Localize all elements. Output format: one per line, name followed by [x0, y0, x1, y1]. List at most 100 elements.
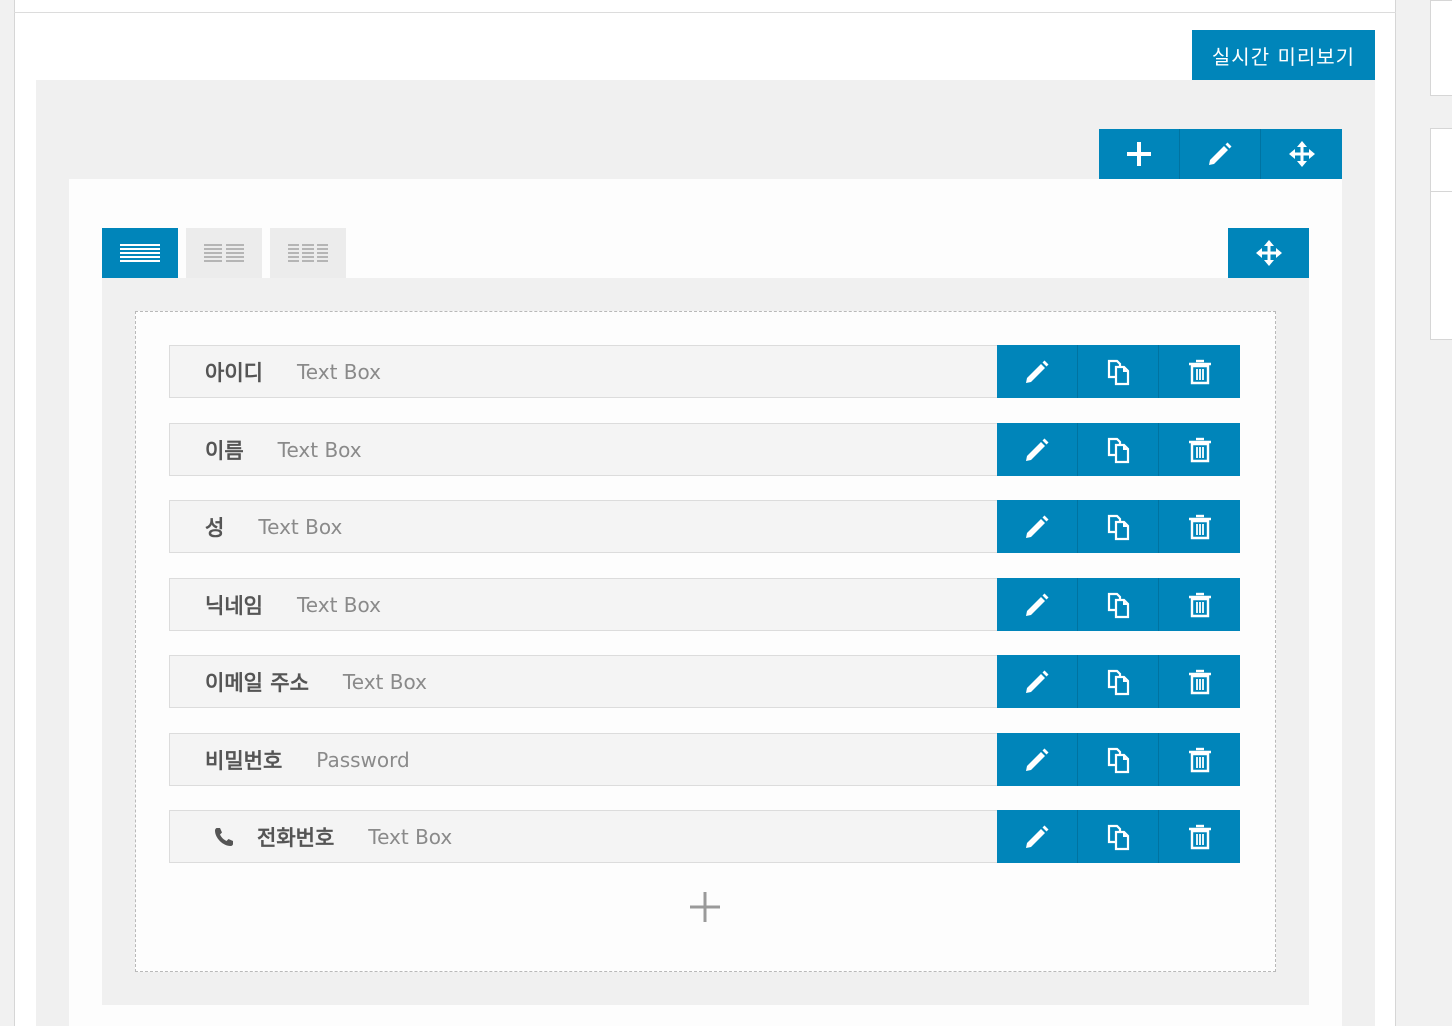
delete-field-button[interactable]	[1159, 500, 1240, 553]
pencil-icon	[1026, 670, 1049, 693]
field-label: 이메일 주소	[205, 670, 309, 695]
pencil-icon	[1026, 593, 1049, 616]
delete-field-button[interactable]	[1159, 733, 1240, 786]
field-label: 비밀번호	[205, 748, 283, 773]
delete-field-button[interactable]	[1159, 345, 1240, 398]
duplicate-icon	[1107, 747, 1130, 773]
trash-icon	[1188, 437, 1211, 462]
form-field[interactable]: 성 Text Box	[169, 500, 1240, 553]
field-label: 이름	[205, 438, 244, 463]
field-type: Text Box	[296, 592, 381, 617]
field-label-group: 이름 Text Box	[205, 424, 362, 475]
trash-icon	[1188, 824, 1211, 849]
tab-three-columns[interactable]	[270, 228, 346, 278]
edit-field-button[interactable]	[997, 423, 1078, 476]
field-label-group: 비밀번호 Password	[205, 734, 410, 785]
phone-icon	[213, 826, 235, 848]
duplicate-icon	[1107, 592, 1130, 618]
duplicate-field-button[interactable]	[1078, 733, 1159, 786]
field-actions	[997, 810, 1240, 863]
field-actions	[997, 345, 1240, 398]
form-field[interactable]: 비밀번호 Password	[169, 733, 1240, 786]
pencil-icon	[1026, 515, 1049, 538]
field-type: Text Box	[277, 437, 362, 462]
edit-field-button[interactable]	[997, 655, 1078, 708]
plus-icon	[690, 892, 720, 922]
field-label-group: 전화번호 Text Box	[205, 811, 452, 862]
tab-two-columns[interactable]	[186, 228, 262, 278]
edit-field-button[interactable]	[997, 810, 1078, 863]
field-actions	[997, 655, 1240, 708]
delete-field-button[interactable]	[1159, 578, 1240, 631]
two-column-layout-icon	[204, 244, 244, 262]
edit-field-button[interactable]	[997, 733, 1078, 786]
trash-icon	[1188, 592, 1211, 617]
three-column-layout-icon	[288, 244, 328, 262]
form-column	[135, 311, 1276, 972]
form-field[interactable]: 아이디 Text Box	[169, 345, 1240, 398]
one-column-layout-icon	[120, 244, 160, 262]
field-label: 성	[205, 515, 225, 540]
field-type: Text Box	[258, 514, 343, 539]
plus-icon	[1127, 142, 1151, 166]
field-label-group: 성 Text Box	[205, 501, 342, 552]
form-field[interactable]: 닉네임 Text Box	[169, 578, 1240, 631]
add-field-button[interactable]	[688, 890, 722, 924]
field-actions	[997, 733, 1240, 786]
field-type: Password	[316, 747, 410, 772]
field-type: Text Box	[368, 824, 453, 849]
tab-one-column[interactable]	[102, 228, 178, 278]
duplicate-field-button[interactable]	[1078, 500, 1159, 553]
field-label: 닉네임	[205, 593, 263, 618]
field-label-group: 아이디 Text Box	[205, 346, 381, 397]
field-label: 전화번호	[257, 825, 335, 850]
trash-icon	[1188, 747, 1211, 772]
duplicate-field-button[interactable]	[1078, 423, 1159, 476]
pencil-icon	[1209, 142, 1232, 165]
side-panel	[1430, 128, 1452, 340]
field-type: Text Box	[296, 359, 381, 384]
trash-icon	[1188, 359, 1211, 384]
edit-field-button[interactable]	[997, 578, 1078, 631]
pencil-icon	[1026, 748, 1049, 771]
delete-field-button[interactable]	[1159, 810, 1240, 863]
delete-field-button[interactable]	[1159, 423, 1240, 476]
field-label-group: 이메일 주소 Text Box	[205, 656, 427, 707]
duplicate-icon	[1107, 514, 1130, 540]
duplicate-field-button[interactable]	[1078, 578, 1159, 631]
divider	[14, 12, 1396, 13]
edit-section-button[interactable]	[1180, 129, 1261, 179]
trash-icon	[1188, 669, 1211, 694]
edit-field-button[interactable]	[997, 345, 1078, 398]
pencil-icon	[1026, 360, 1049, 383]
duplicate-icon	[1107, 359, 1130, 385]
duplicate-field-button[interactable]	[1078, 810, 1159, 863]
side-panel	[1430, 0, 1452, 96]
form-field[interactable]: 이메일 주소 Text Box	[169, 655, 1240, 708]
duplicate-field-button[interactable]	[1078, 345, 1159, 398]
field-type: Text Box	[342, 669, 427, 694]
edit-field-button[interactable]	[997, 500, 1078, 553]
form-field[interactable]: 전화번호 Text Box	[169, 810, 1240, 863]
divider	[1431, 191, 1452, 192]
move-row-button[interactable]	[1228, 228, 1309, 278]
move-icon	[1255, 240, 1282, 266]
move-icon	[1288, 141, 1315, 167]
field-label: 아이디	[205, 360, 263, 385]
delete-field-button[interactable]	[1159, 655, 1240, 708]
duplicate-icon	[1107, 437, 1130, 463]
field-actions	[997, 578, 1240, 631]
pencil-icon	[1026, 825, 1049, 848]
field-actions	[997, 423, 1240, 476]
pencil-icon	[1026, 438, 1049, 461]
add-section-button[interactable]	[1099, 129, 1180, 179]
trash-icon	[1188, 514, 1211, 539]
duplicate-icon	[1107, 824, 1130, 850]
form-field[interactable]: 이름 Text Box	[169, 423, 1240, 476]
move-section-button[interactable]	[1261, 129, 1342, 179]
duplicate-field-button[interactable]	[1078, 655, 1159, 708]
field-actions	[997, 500, 1240, 553]
field-label-group: 닉네임 Text Box	[205, 579, 381, 630]
live-preview-button[interactable]: 실시간 미리보기	[1192, 30, 1375, 80]
duplicate-icon	[1107, 669, 1130, 695]
